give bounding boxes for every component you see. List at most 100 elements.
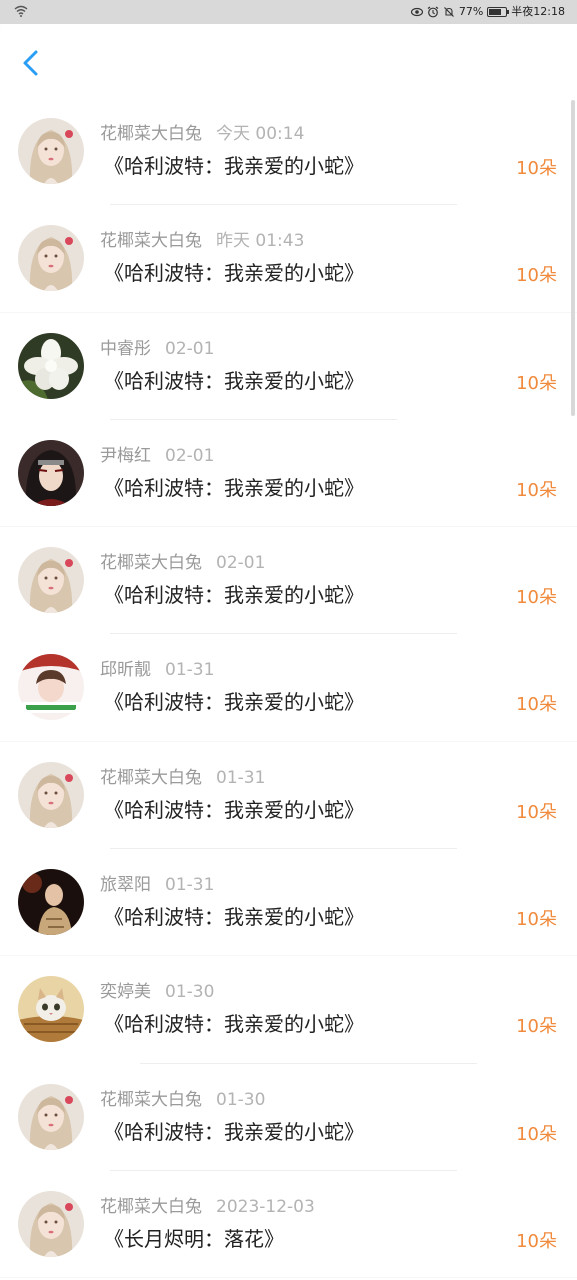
girl-avatar-image [18,225,84,292]
avatar[interactable] [18,332,84,399]
flower-count: 10朵 [516,372,557,394]
battery-icon [487,7,510,17]
book-title[interactable]: 《哈利波特：我亲爱的小蛇》 [104,153,364,179]
user-name[interactable]: 旅翠阳 [100,875,151,895]
flower-count: 10朵 [516,479,557,501]
flower-count: 10朵 [516,1123,557,1145]
timestamp: 02-01 [216,553,266,574]
wifi-icon [14,5,28,17]
flower-count: 10朵 [516,909,557,931]
user-name[interactable]: 花椰菜大白兔 [100,553,202,573]
girl-avatar-image [18,1190,84,1257]
avatar[interactable] [18,976,84,1043]
battery-percent: 77% [458,5,484,18]
avatar[interactable] [18,118,84,184]
mute-icon [443,7,454,17]
user-name[interactable]: 奕婷美 [100,982,151,1002]
avatar[interactable] [18,547,84,614]
avatar[interactable] [18,654,84,721]
flower-count: 10朵 [516,801,557,823]
battery-level [489,9,502,15]
timestamp: 01-31 [165,660,215,681]
timestamp: 2023-12-03 [216,1196,315,1217]
avatar[interactable] [18,439,84,506]
flower-count: 10朵 [516,265,557,287]
item-meta: 花椰菜大白兔 昨天 01:43 [100,231,304,251]
user-name[interactable]: 花椰菜大白兔 [100,1197,202,1217]
list-item-2[interactable]: 花椰菜大白兔 昨天 01:43 《哈利波特：我亲爱的小蛇》 10朵 [0,205,577,313]
book-title[interactable]: 《哈利波特：我亲爱的小蛇》 [104,582,364,608]
sticker-avatar-image [18,654,84,721]
timestamp: 01-30 [216,1089,266,1110]
flower-count: 10朵 [516,158,557,179]
book-title[interactable]: 《哈利波特：我亲爱的小蛇》 [104,368,364,394]
user-name[interactable]: 花椰菜大白兔 [100,768,202,788]
item-meta: 中睿彤 02-01 [100,339,214,359]
book-title[interactable]: 《哈利波特：我亲爱的小蛇》 [104,797,364,823]
user-name[interactable]: 花椰菜大白兔 [100,124,202,144]
list-item-11[interactable]: 花椰菜大白兔 2023-12-03 《长月烬明：落花》 10朵 [0,1171,577,1279]
list-item-3[interactable]: 中睿彤 02-01 《哈利波特：我亲爱的小蛇》 10朵 [0,313,577,420]
girl-avatar-image [18,761,84,828]
book-title[interactable]: 《哈利波特：我亲爱的小蛇》 [104,1011,364,1037]
flower-count: 10朵 [516,1230,557,1252]
book-title[interactable]: 《长月烬明：落花》 [104,1226,284,1252]
item-meta: 奕婷美 01-30 [100,982,214,1002]
user-name[interactable]: 邱昕靓 [100,660,151,680]
avatar[interactable] [18,761,84,828]
list-item-10[interactable]: 花椰菜大白兔 01-30 《哈利波特：我亲爱的小蛇》 10朵 [0,1064,577,1171]
item-meta: 尹梅红 02-01 [100,446,214,466]
status-bar: 77% 半夜12:18 [0,0,577,24]
item-meta: 旅翠阳 01-31 [100,875,214,895]
book-title[interactable]: 《哈利波特：我亲爱的小蛇》 [104,1119,364,1145]
flower-count: 10朵 [516,587,557,609]
scrollbar[interactable] [571,100,575,416]
list-item-5[interactable]: 花椰菜大白兔 02-01 《哈利波特：我亲爱的小蛇》 10朵 [0,527,577,635]
back-button[interactable] [14,46,48,80]
avatar[interactable] [18,869,84,936]
item-meta: 花椰菜大白兔 01-31 [100,768,265,788]
item-meta: 花椰菜大白兔 02-01 [100,553,265,573]
user-name[interactable]: 尹梅红 [100,446,151,466]
flower-avatar-image [18,332,84,399]
gift-record-list[interactable]: 花椰菜大白兔 今天 00:14 《哈利波特：我亲爱的小蛇》 10朵 花椰菜大白兔昨… [0,98,577,1280]
book-title[interactable]: 《哈利波特：我亲爱的小蛇》 [104,475,364,501]
girl-avatar-image [18,547,84,614]
flower-count: 10朵 [516,694,557,716]
girl-avatar-image [18,118,84,184]
item-meta: 邱昕靓 01-31 [100,660,214,680]
list-item-8[interactable]: 旅翠阳 01-31 《哈利波特：我亲爱的小蛇》 10朵 [0,849,577,957]
book-title[interactable]: 《哈利波特：我亲爱的小蛇》 [104,689,364,715]
top-nav-bar [0,24,577,98]
book-title[interactable]: 《哈利波特：我亲爱的小蛇》 [104,904,364,930]
item-meta: 花椰菜大白兔 01-30 [100,1090,265,1110]
timestamp: 01-31 [216,767,266,788]
girl-avatar-image [18,1083,84,1150]
list-item-4[interactable]: 尹梅红 02-01 《哈利波特：我亲爱的小蛇》 10朵 [0,420,577,528]
portrait-avatar-image [18,869,84,936]
user-name[interactable]: 中睿彤 [100,339,151,359]
list-item-9[interactable]: 奕婷美 01-30 《哈利波特：我亲爱的小蛇》 10朵 [0,956,577,1064]
flower-count: 10朵 [516,1016,557,1038]
user-name[interactable]: 花椰菜大白兔 [100,231,202,251]
chevron-left-icon [23,50,38,76]
list-item-7[interactable]: 花椰菜大白兔 01-31 《哈利波特：我亲爱的小蛇》 10朵 [0,742,577,850]
alarm-icon [427,6,439,18]
timestamp: 今天 00:14 [216,124,305,144]
book-title[interactable]: 《哈利波特：我亲爱的小蛇》 [104,260,364,286]
divider [0,1277,577,1279]
avatar[interactable] [18,1083,84,1150]
timestamp: 02-01 [165,445,215,466]
item-meta: 花椰菜大白兔 今天 00:14 [100,124,304,144]
timestamp: 02-01 [165,338,215,359]
cat-avatar-image [18,976,84,1043]
timestamp: 01-30 [165,982,215,1003]
avatar[interactable] [18,225,84,292]
eye-icon [410,7,423,17]
list-item-1[interactable]: 花椰菜大白兔 今天 00:14 《哈利波特：我亲爱的小蛇》 10朵 [0,98,577,206]
anime-avatar-image [18,439,84,506]
avatar[interactable] [18,1190,84,1257]
user-name[interactable]: 花椰菜大白兔 [100,1090,202,1110]
list-item-6[interactable]: 邱昕靓 01-31 《哈利波特：我亲爱的小蛇》 10朵 [0,634,577,742]
clock: 半夜12:18 [511,5,565,18]
